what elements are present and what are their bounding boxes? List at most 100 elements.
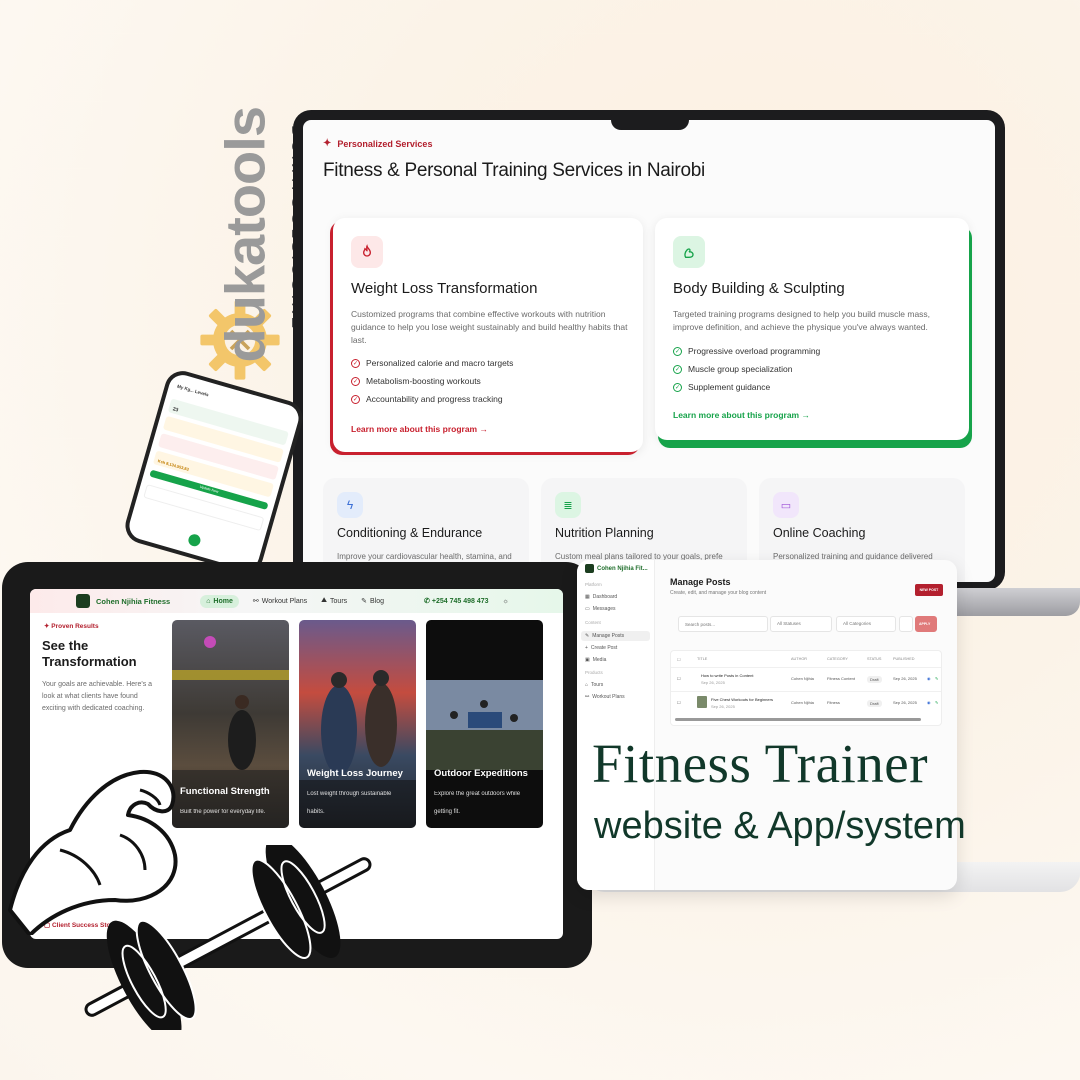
post-author: Cohen Njihia: [791, 676, 814, 681]
theme-toggle-icon[interactable]: ☼: [503, 598, 509, 605]
nav-phone[interactable]: ✆ +254 745 498 473: [424, 597, 488, 605]
service-card-body-building[interactable]: Body Building & Sculpting Targeted train…: [655, 218, 969, 440]
site-logo[interactable]: [76, 594, 90, 608]
phone-app-screen: My Kg... Levels 23 Ksh 8,134,553.83 Upda…: [126, 371, 302, 573]
card-title: Nutrition Planning: [555, 526, 654, 540]
grid-icon: ▦: [585, 594, 590, 600]
column-header: TITLE: [697, 657, 708, 661]
results-eyebrow: ✦ Proven Results: [44, 623, 99, 630]
published-date: Sep 26, 2025: [893, 676, 917, 681]
cake-icon: ≣: [555, 492, 581, 518]
laptop-mockup: ✦ Personalized Services Fitness & Person…: [293, 110, 1005, 590]
sidebar-item-media[interactable]: ▣ Media: [585, 657, 606, 663]
sparkle-icon: ✦: [323, 138, 332, 149]
status-badge: Draft: [867, 676, 882, 683]
dumbbell-icon: ⚯: [585, 694, 590, 700]
card-description: Targeted training programs designed to h…: [673, 309, 931, 332]
services-eyebrow: ✦ Personalized Services: [323, 138, 432, 149]
list-item: ✓ Metabolism-boosting workouts: [351, 376, 481, 386]
sidebar-item-tours[interactable]: ⌂ Tours: [585, 682, 603, 688]
photo-card-weight-loss-journey[interactable]: Weight Loss Journey Lost weight through s…: [299, 620, 416, 828]
list-item: ✓ Progressive overload programming: [673, 346, 821, 356]
new-post-button[interactable]: NEW POST: [915, 584, 943, 596]
category-filter[interactable]: All Categories: [836, 616, 896, 632]
view-icon[interactable]: ◉: [927, 700, 931, 705]
chat-icon: ▭: [585, 606, 590, 612]
card-feature-list: ✓ Progressive overload programming ✓ Muscl…: [673, 346, 820, 400]
edit-icon[interactable]: ✎: [935, 700, 938, 705]
nav-blog[interactable]: ✎ Blog: [361, 597, 384, 606]
extra-filter[interactable]: [899, 616, 913, 632]
video-icon: ▭: [773, 492, 799, 518]
check-icon: ✓: [673, 346, 682, 356]
post-category: Fitness: [827, 700, 840, 705]
card-title: Weight Loss Transformation: [351, 280, 538, 297]
results-title: See the Transformation: [42, 638, 137, 669]
mountain-icon: ⌂: [585, 682, 589, 688]
dukatools-logo: dukatools DUKATOOLS.CO.KE: [195, 107, 307, 385]
learn-more-link[interactable]: Learn more about this program →: [673, 410, 810, 420]
sidebar-heading: Platform: [585, 582, 602, 587]
nav-tours[interactable]: ⛰ Tours: [321, 597, 347, 605]
table-row[interactable]: ☐ Five Chest Workouts for Beginners Sep …: [671, 691, 941, 713]
horizontal-scrollbar[interactable]: [675, 718, 921, 721]
list-item: ✓ Muscle group specialization: [673, 364, 793, 374]
edit-icon[interactable]: ✎: [935, 676, 938, 681]
phone-mockup: My Kg... Levels 23 Ksh 8,134,553.83 Upda…: [121, 366, 307, 578]
status-filter[interactable]: All Statuses: [770, 616, 832, 632]
sidebar-item-workout-plans[interactable]: ⚯ Workout Plans: [585, 694, 625, 700]
post-date: Sep 26, 2025: [711, 704, 735, 709]
post-thumbnail: [697, 696, 707, 708]
card-title: Body Building & Sculpting: [673, 280, 845, 297]
muscle-icon: [673, 236, 705, 268]
page-title: Manage Posts: [670, 577, 731, 587]
nav-workout-plans[interactable]: ⚯ Workout Plans: [252, 597, 307, 606]
column-header: STATUS: [867, 657, 882, 661]
pencil-icon: ✎: [585, 633, 590, 639]
card-title: Online Coaching: [773, 526, 866, 540]
sidebar-heading: Content: [585, 620, 601, 625]
services-page: ✦ Personalized Services Fitness & Person…: [303, 120, 995, 582]
phone-title: My Kg... Levels: [176, 383, 210, 398]
sidebar-item-manage-posts[interactable]: ✎ Manage Posts: [581, 631, 650, 641]
check-icon: ✓: [673, 382, 682, 392]
brand-name: dukatools: [213, 107, 277, 363]
column-header: AUTHOR: [791, 657, 808, 661]
column-header: PUBLISHED: [893, 657, 915, 661]
hero-subheading: website & App/system: [594, 805, 966, 847]
published-date: Sep 26, 2025: [893, 700, 917, 705]
site-brand[interactable]: Cohen Njihia Fitness: [96, 597, 170, 606]
table-row[interactable]: ☐ How to write Posts in Content Sep 26, …: [671, 667, 941, 689]
sidebar-brand[interactable]: Cohen Njihia Fit...: [585, 564, 648, 573]
dumbbell-icon: ⚯: [252, 598, 259, 605]
check-icon: ✓: [351, 376, 360, 386]
sidebar-item-dashboard[interactable]: ▦ Dashboard: [585, 594, 617, 600]
sidebar-item-messages[interactable]: ▭ Messages: [585, 606, 616, 612]
page-subtitle: Create, edit, and manage your blog conte…: [670, 590, 767, 596]
laptop-notch: [611, 110, 689, 130]
eyebrow-label: Personalized Services: [337, 138, 433, 149]
card-feature-list: ✓ Personalized calorie and macro targets …: [351, 358, 513, 412]
lightning-icon: ϟ: [337, 492, 363, 518]
view-icon[interactable]: ◉: [927, 676, 931, 681]
service-card-weight-loss[interactable]: Weight Loss Transformation Customized pr…: [333, 218, 643, 452]
row-checkbox[interactable]: ☐: [677, 700, 681, 705]
apply-button[interactable]: APPLY: [915, 616, 937, 632]
sidebar-heading: Products: [585, 670, 603, 675]
phone-fab[interactable]: [187, 532, 202, 548]
post-author: Cohen Njihia: [791, 700, 814, 705]
results-description: Your goals are achievable. Here's a look…: [42, 681, 153, 712]
hero-heading: Fitness Trainer: [592, 733, 929, 794]
photo-caption: Weight Loss Journey Lost weight through s…: [307, 768, 403, 815]
select-all-checkbox[interactable]: ☐: [677, 657, 680, 662]
post-title[interactable]: Five Chest Workouts for Beginners: [711, 697, 773, 702]
row-checkbox[interactable]: ☐: [677, 676, 681, 681]
learn-more-link[interactable]: Learn more about this program →: [351, 424, 488, 434]
photo-caption: Outdoor Expeditions Explore the great out…: [434, 768, 528, 815]
search-input[interactable]: [678, 616, 768, 632]
photo-card-outdoor-expeditions[interactable]: Outdoor Expeditions Explore the great out…: [426, 620, 543, 828]
nav-home[interactable]: ⌂ Home: [200, 594, 239, 608]
post-title[interactable]: How to write Posts in Content: [701, 673, 753, 678]
sidebar-item-create-post[interactable]: + Create Post: [585, 645, 617, 651]
post-category: Fitness Content: [827, 676, 856, 681]
